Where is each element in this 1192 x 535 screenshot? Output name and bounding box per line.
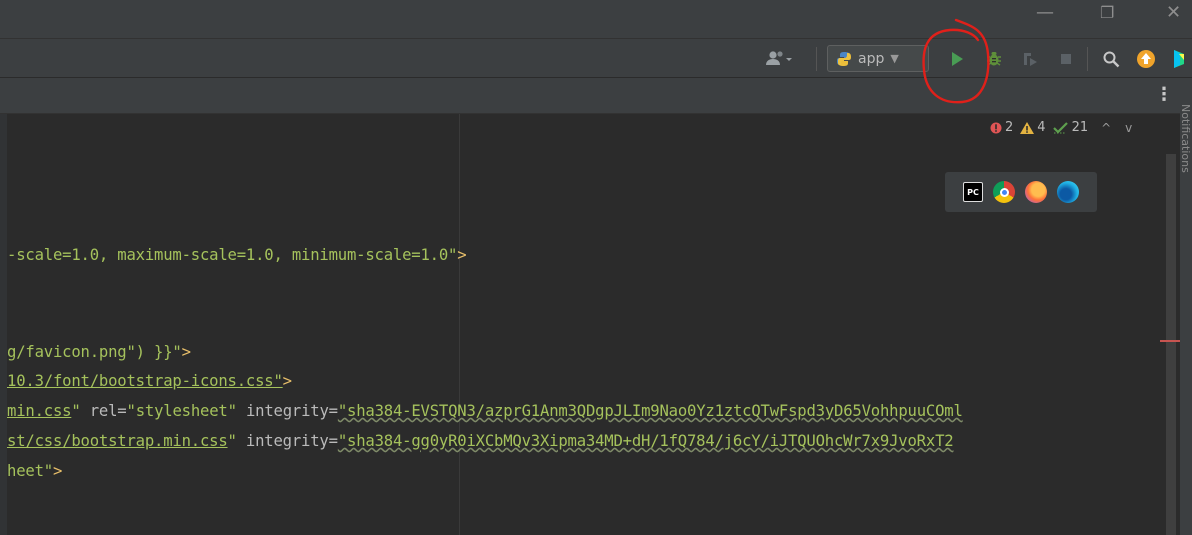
error-count: 2 [1005,120,1014,135]
firefox-icon[interactable] [1025,181,1047,203]
chrome-icon-center [999,187,1009,197]
minimize-button[interactable]: — [1036,4,1054,22]
search-everywhere-button[interactable] [1099,47,1123,71]
toolbar-separator [1087,47,1088,71]
chrome-icon[interactable] [993,181,1015,203]
chevron-down-icon: ▼ [890,52,899,65]
inspection-widget[interactable]: 2 4 21 ^ v [990,120,1132,135]
user-account-icon [766,51,792,65]
warning-count: 4 [1037,120,1046,135]
main-toolbar: app ▼ [0,38,1192,78]
editor-tabs-bar: ⋮ [0,78,1192,114]
more-options-icon[interactable]: ⋮ [1155,84,1173,105]
stop-icon [1061,54,1071,64]
error-stripe-mark[interactable] [1160,340,1180,342]
title-bar: — ❐ ✕ [0,0,1192,38]
notifications-tool-window-strip[interactable]: Notifications [1180,78,1192,535]
run-icon [952,52,963,66]
weak-warning-count: 21 [1071,120,1089,135]
close-button[interactable]: ✕ [1166,4,1181,22]
update-icon [1137,50,1155,68]
python-icon [837,51,851,66]
previous-highlight-icon[interactable]: ^ [1101,121,1111,135]
code-line[interactable]: heet"> [7,462,62,480]
right-margin-guide [459,114,460,535]
updates-button[interactable] [1134,47,1158,71]
editor-gutter [0,114,7,535]
code-line[interactable]: min.css" rel="stylesheet" integrity="sha… [7,402,963,420]
restore-button[interactable]: ❐ [1100,4,1114,22]
run-configuration-select[interactable]: app ▼ [827,45,929,72]
debug-button[interactable] [982,48,1006,70]
warning-icon [1020,121,1035,134]
coverage-icon [1024,53,1037,66]
weak-warning-check-icon [1052,121,1068,134]
notifications-tab[interactable]: Notifications [1180,104,1192,173]
error-icon [990,122,1002,133]
code-line[interactable]: -scale=1.0, maximum-scale=1.0, minimum-s… [7,246,467,264]
open-in-browser-popup: PC [945,172,1097,212]
debug-icon [987,52,1001,66]
stop-button[interactable] [1054,48,1078,70]
run-with-coverage-button[interactable] [1018,48,1042,70]
code-line[interactable]: st/css/bootstrap.min.css" integrity="sha… [7,432,954,450]
run-configuration-label: app [858,50,885,67]
run-button[interactable] [945,48,969,70]
code-editor[interactable]: 2 4 21 ^ v PC -scale=1.0, maximum-scale=… [0,114,1180,535]
pycharm-icon[interactable]: PC [963,182,983,202]
jetbrains-logo-icon [1174,50,1184,68]
vertical-scrollbar[interactable] [1166,154,1176,535]
jetbrains-toolbox-button[interactable] [1168,47,1188,71]
code-line[interactable]: g/favicon.png") }}"> [7,343,191,361]
user-account-button[interactable] [760,49,800,69]
edge-icon[interactable] [1057,181,1079,203]
search-icon [1103,51,1120,68]
toolbar-separator [816,47,817,71]
code-line[interactable]: 10.3/font/bootstrap-icons.css"> [7,372,292,390]
next-highlight-icon[interactable]: v [1125,121,1132,135]
